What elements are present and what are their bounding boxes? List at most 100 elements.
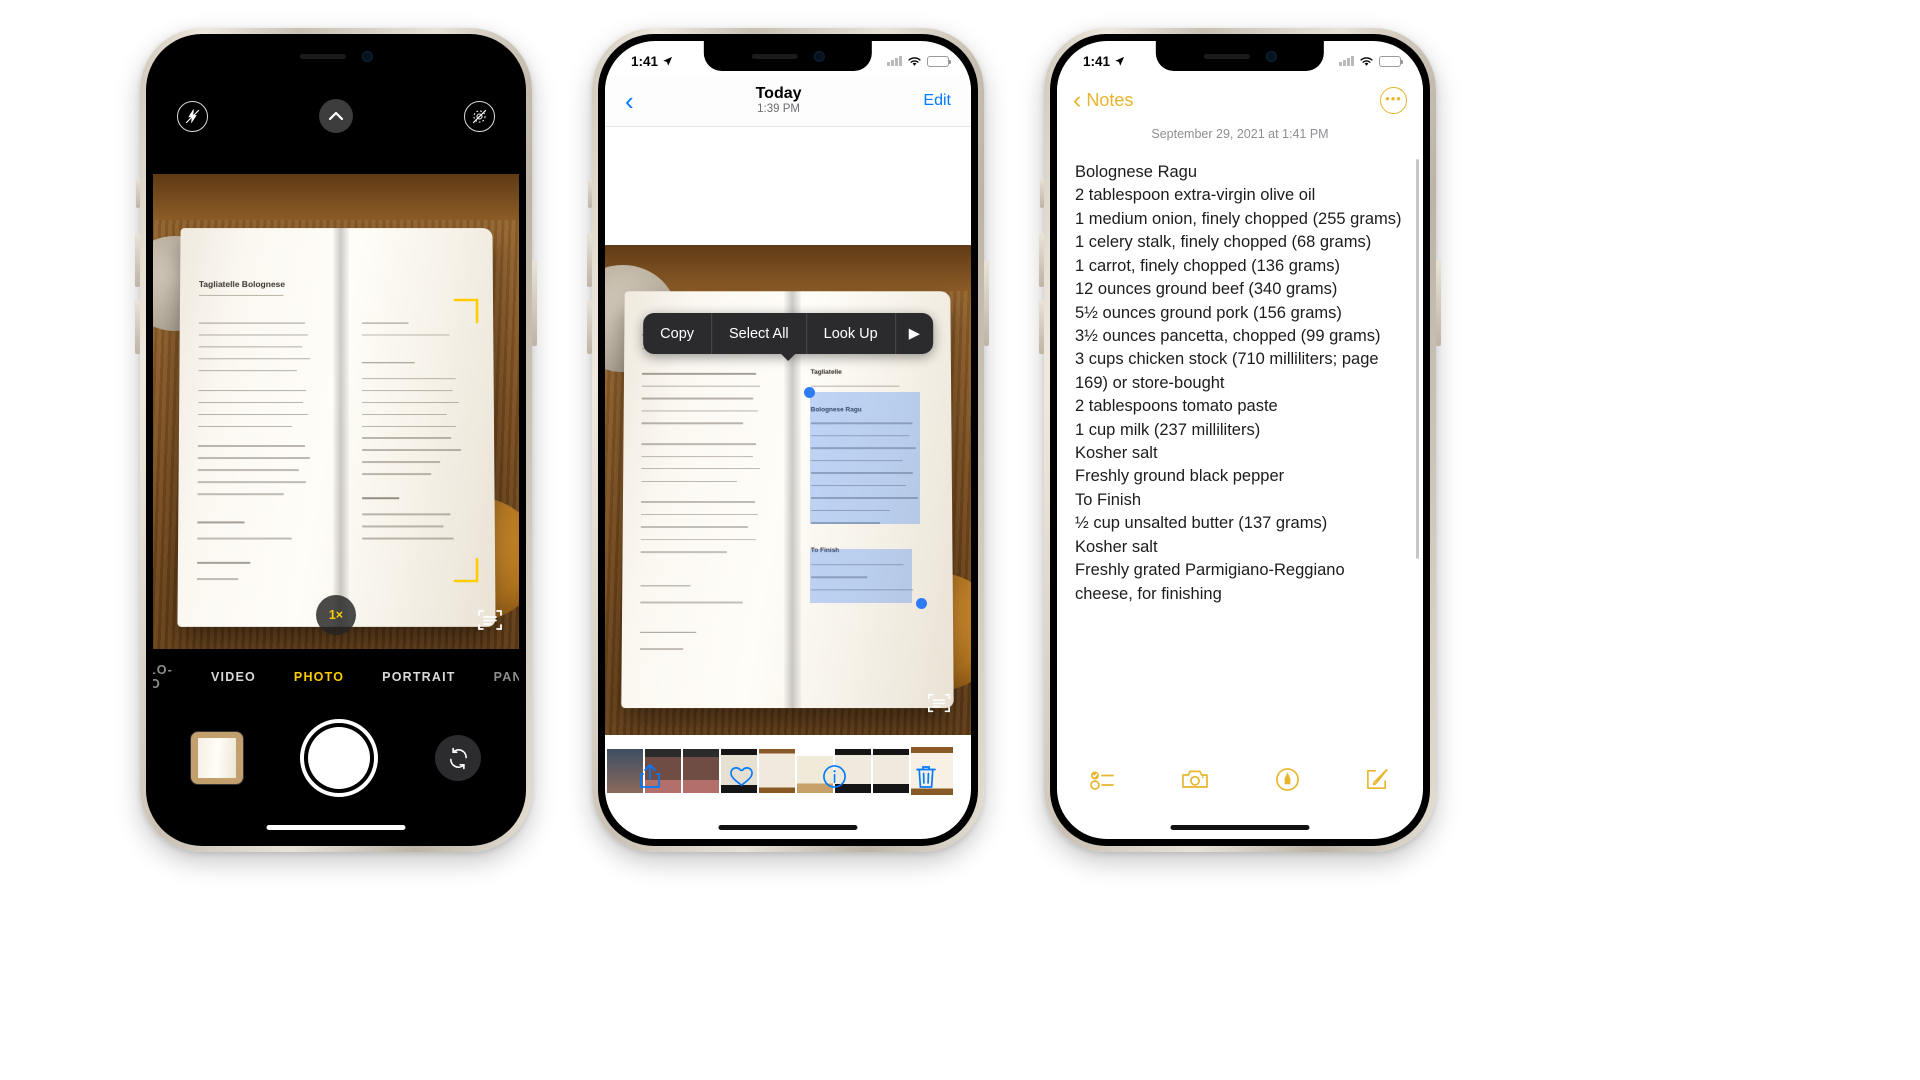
iphone-camera-device: Tagliatelle Bolognese 1× O- O VIDEO PHOT… xyxy=(135,28,537,852)
text-selection-highlight xyxy=(809,548,913,603)
mute-switch[interactable] xyxy=(588,178,592,208)
edit-button[interactable]: Edit xyxy=(923,92,951,110)
document-corner-top-right xyxy=(453,298,479,323)
volume-down-button[interactable] xyxy=(135,300,140,354)
markup-pen-icon[interactable] xyxy=(1275,767,1300,797)
title-rule xyxy=(198,295,283,297)
location-arrow-icon xyxy=(663,56,673,66)
menu-item-look-up[interactable]: Look Up xyxy=(807,313,896,354)
camera-flip-icon[interactable] xyxy=(435,735,481,781)
note-line: 1 celery stalk, finely chopped (68 grams… xyxy=(1075,233,1372,252)
location-arrow-icon xyxy=(1115,56,1125,66)
live-text-icon[interactable] xyxy=(477,607,503,633)
volume-down-button[interactable] xyxy=(587,300,592,354)
note-line: Kosher salt xyxy=(1075,444,1158,463)
chevron-up-icon[interactable] xyxy=(319,99,353,133)
photos-subtitle: 1:39 PM xyxy=(757,103,800,116)
home-indicator[interactable] xyxy=(1170,825,1310,830)
text-selection-context-menu[interactable]: Copy Select All Look Up ▶ xyxy=(643,313,933,354)
volume-up-button[interactable] xyxy=(1039,233,1044,287)
camera-mode-portrait[interactable]: PORTRAIT xyxy=(382,670,456,684)
notes-screen: 1:41 ‹ Notes ••• September 29, 2021 at 1… xyxy=(1057,41,1423,839)
note-line: 12 ounces ground beef (340 grams) xyxy=(1075,280,1338,299)
screenshot-canvas: Tagliatelle Bolognese 1× O- O VIDEO PHOT… xyxy=(0,0,1920,1080)
photos-toolbar xyxy=(605,747,971,805)
mute-switch[interactable] xyxy=(1040,178,1044,208)
note-line: Kosher salt xyxy=(1075,537,1158,556)
camera-viewfinder[interactable]: Tagliatelle Bolognese 1× xyxy=(153,174,519,649)
volume-up-button[interactable] xyxy=(135,233,140,287)
zoom-level-button[interactable]: 1× xyxy=(316,595,356,635)
power-button[interactable] xyxy=(984,260,989,346)
cellular-signal-icon xyxy=(887,56,902,66)
note-line: 2 tablespoon extra-virgin olive oil xyxy=(1075,186,1316,205)
flash-off-icon[interactable] xyxy=(177,100,208,132)
camera-icon[interactable] xyxy=(1181,768,1209,796)
device-bezel: 1:41 xyxy=(598,34,978,846)
wifi-icon xyxy=(908,56,921,66)
status-bar-right xyxy=(1339,55,1404,67)
volume-up-button[interactable] xyxy=(587,233,592,287)
notes-navigation-bar: ‹ Notes ••• xyxy=(1057,75,1423,125)
favorite-heart-icon[interactable] xyxy=(729,765,754,788)
scrollbar[interactable] xyxy=(1416,159,1419,559)
checklist-icon[interactable] xyxy=(1089,769,1116,796)
camera-mode-selector[interactable]: SLO-MO VIDEO PHOTO PORTRAIT PANO xyxy=(153,649,519,705)
note-line: Freshly ground black pepper xyxy=(1075,467,1285,486)
menu-item-more-arrow[interactable]: ▶ xyxy=(896,313,933,354)
document-corner-bottom-right xyxy=(453,557,479,582)
shutter-button[interactable] xyxy=(300,719,378,797)
status-bar-left: 1:41 xyxy=(1083,54,1125,69)
note-line: 1 medium onion, finely chopped (255 gram… xyxy=(1075,209,1402,228)
photos-title-block: Today 1:39 PM xyxy=(756,85,802,116)
home-indicator[interactable] xyxy=(718,825,858,830)
power-button[interactable] xyxy=(1436,260,1441,346)
device-bezel: Tagliatelle Bolognese 1× O- O VIDEO PHOT… xyxy=(146,34,526,846)
menu-item-select-all[interactable]: Select All xyxy=(712,313,807,354)
open-cookbook: Tagliatelle Bolognese xyxy=(177,228,495,628)
volume-down-button[interactable] xyxy=(1039,300,1044,354)
note-line: Freshly grated Parmigiano-Reggiano chees… xyxy=(1075,561,1350,603)
back-chevron-icon[interactable]: ‹ xyxy=(625,88,634,114)
earpiece-speaker xyxy=(751,53,798,59)
camera-mode-pano[interactable]: PANO xyxy=(494,670,519,684)
camera-mode-video[interactable]: VIDEO xyxy=(211,670,256,684)
compose-icon[interactable] xyxy=(1365,767,1390,797)
share-icon[interactable] xyxy=(639,763,661,789)
note-line: 2 tablespoons tomato paste xyxy=(1075,397,1278,416)
last-photo-thumbnail[interactable] xyxy=(191,732,243,784)
back-label[interactable]: Notes xyxy=(1086,90,1133,111)
front-camera xyxy=(361,50,373,62)
delete-trash-icon[interactable] xyxy=(915,764,937,789)
info-icon[interactable] xyxy=(822,764,847,789)
note-line: ½ cup unsalted butter (137 grams) xyxy=(1075,514,1328,533)
note-line: 3½ ounces pancetta, chopped (99 grams) xyxy=(1075,326,1381,345)
note-date: September 29, 2021 at 1:41 PM xyxy=(1151,127,1329,141)
home-indicator[interactable] xyxy=(266,825,406,830)
menu-item-copy[interactable]: Copy xyxy=(643,313,713,354)
cellular-signal-icon xyxy=(1339,56,1354,66)
back-to-notes-button[interactable]: ‹ Notes xyxy=(1073,87,1133,113)
camera-mode-photo[interactable]: PHOTO xyxy=(294,670,344,684)
mute-switch[interactable] xyxy=(136,178,140,208)
device-bezel: 1:41 xyxy=(1050,34,1430,846)
camera-top-controls xyxy=(153,93,519,139)
note-line: 3 cups chicken stock (710 milliliters; p… xyxy=(1075,350,1384,392)
note-line: 1 cup milk (237 milliliters) xyxy=(1075,420,1261,439)
selection-handle-end[interactable] xyxy=(916,597,928,609)
note-body[interactable]: Bolognese Ragu 2 tablespoon extra-virgin… xyxy=(1057,145,1423,753)
iphone-notes-device: 1:41 ‹ Notes ••• September 29, 2021 at 1… xyxy=(1039,28,1441,852)
text-selection-highlight xyxy=(809,392,920,525)
front-camera xyxy=(1265,50,1277,62)
note-line: To Finish xyxy=(1075,490,1142,509)
camera-mode-slo-mo[interactable]: SLO-MO xyxy=(153,663,173,691)
power-button[interactable] xyxy=(532,260,537,346)
battery-icon xyxy=(1379,55,1404,67)
live-text-icon[interactable] xyxy=(927,691,953,717)
more-options-button[interactable]: ••• xyxy=(1380,86,1407,114)
note-line: Bolognese Ragu xyxy=(1075,163,1198,181)
book-page-left: Tagliatelle Bolognese xyxy=(177,228,336,627)
live-photo-off-icon[interactable] xyxy=(464,100,495,132)
note-line: 1 carrot, finely chopped (136 grams) xyxy=(1075,256,1341,275)
back-chevron-icon[interactable]: ‹ xyxy=(1073,87,1081,113)
